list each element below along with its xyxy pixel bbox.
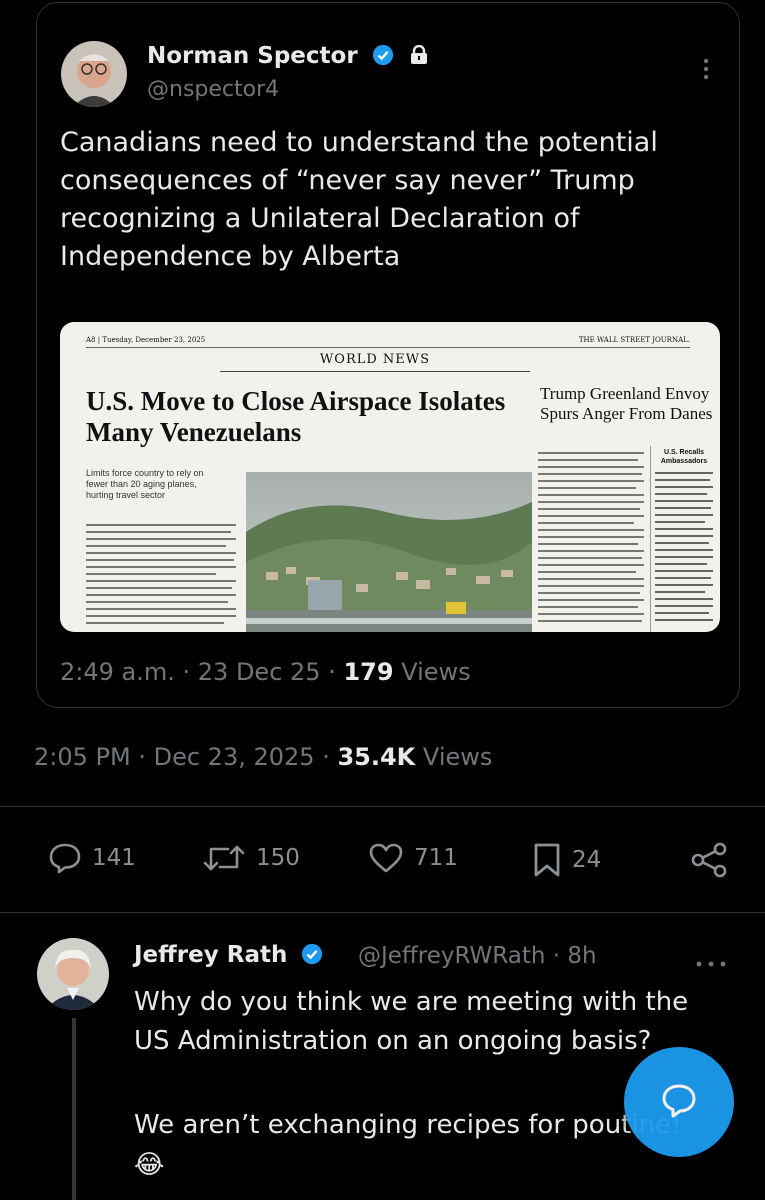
reply-author-meta[interactable]: @JeffreyRWRath · 8h	[358, 943, 597, 969]
newspaper-headline: U.S. Move to Close Airspace Isolates Man…	[86, 386, 506, 447]
share-icon	[691, 842, 727, 878]
repost-button[interactable]: 150	[202, 842, 300, 874]
reply-author-handle[interactable]: @JeffreyRWRath	[358, 943, 545, 969]
divider	[0, 912, 765, 913]
reply-more-options-icon[interactable]	[694, 954, 728, 973]
newspaper-side-column	[538, 446, 644, 632]
author-name-label[interactable]: Norman Spector	[147, 43, 358, 69]
quoted-post-meta[interactable]: 2:49 a.m. · 23 Dec 25 · 179 Views	[60, 658, 471, 686]
reply-text-line: We aren’t exchanging recipes for poutine…	[134, 1110, 682, 1140]
avatar[interactable]	[61, 41, 127, 107]
newspaper-date-line: A8 | Tuesday, December 23, 2025	[86, 336, 206, 344]
verified-badge-icon	[302, 943, 323, 965]
newspaper-masthead: THE WALL STREET JOURNAL.	[578, 336, 690, 344]
reply-text-line: Why do you think we are meeting with the	[134, 987, 689, 1017]
reply-button[interactable]: 141	[48, 842, 136, 874]
repost-count: 150	[256, 845, 300, 871]
newspaper-photo	[246, 472, 532, 632]
post-views-count: 35.4K	[337, 743, 416, 771]
quoted-post-text: Canadians need to understand the potenti…	[60, 127, 658, 272]
newspaper-box-title: U.S. Recalls Ambassadors	[660, 449, 708, 465]
divider	[0, 806, 765, 807]
repost-icon	[203, 845, 245, 871]
lock-icon	[410, 45, 427, 64]
verified-badge-icon	[372, 44, 393, 66]
attached-newspaper-image[interactable]: A8 | Tuesday, December 23, 2025 THE WALL…	[60, 322, 720, 632]
newspaper-body-column	[86, 522, 236, 630]
reply-text-line: US Administration on an ongoing basis?	[134, 1026, 652, 1056]
bookmark-button[interactable]: 24	[532, 842, 601, 878]
reply-thread-line	[72, 1018, 76, 1200]
like-button[interactable]: 711	[368, 842, 458, 874]
author-name[interactable]: Norman Spector	[147, 43, 428, 69]
share-button[interactable]	[690, 842, 738, 878]
quoted-post-time[interactable]: 2:49 a.m.	[60, 658, 175, 686]
author-handle[interactable]: @nspector4	[147, 77, 279, 102]
quoted-post-views-label: Views	[401, 658, 471, 686]
post-views-label: Views	[422, 743, 493, 771]
bookmark-icon	[534, 843, 560, 877]
newspaper-section: WORLD NEWS	[220, 352, 530, 372]
newspaper-side-headline: Trump Greenland Envoy Spurs Anger From D…	[540, 384, 713, 423]
reply-emoji: 😂	[134, 1150, 165, 1180]
reply-author-name[interactable]: Jeffrey Rath	[134, 942, 323, 968]
quoted-post-views-count: 179	[343, 658, 394, 686]
newspaper-page-line: A8 | Tuesday, December 23, 2025 THE WALL…	[86, 336, 690, 348]
reply-icon	[49, 843, 81, 874]
avatar[interactable]	[37, 938, 109, 1010]
heart-icon	[369, 843, 403, 873]
quoted-post-date[interactable]: 23 Dec 25	[198, 658, 321, 686]
bookmark-count: 24	[572, 847, 602, 873]
chat-bubble-icon	[662, 1084, 696, 1118]
post-date[interactable]: Dec 23, 2025	[154, 743, 315, 771]
reply-author-name-label[interactable]: Jeffrey Rath	[134, 942, 287, 968]
post-meta[interactable]: 2:05 PM · Dec 23, 2025 · 35.4K Views	[34, 743, 492, 771]
like-count: 711	[414, 845, 458, 871]
more-options-icon[interactable]	[701, 55, 711, 85]
reply-count: 141	[92, 845, 136, 871]
reply-time[interactable]: 8h	[567, 943, 596, 969]
newspaper-deck: Limits force country to rely on fewer th…	[86, 468, 204, 500]
newspaper-sidebar-box: U.S. Recalls Ambassadors	[650, 446, 717, 632]
post-time[interactable]: 2:05 PM	[34, 743, 131, 771]
compose-reply-button[interactable]	[624, 1047, 734, 1157]
